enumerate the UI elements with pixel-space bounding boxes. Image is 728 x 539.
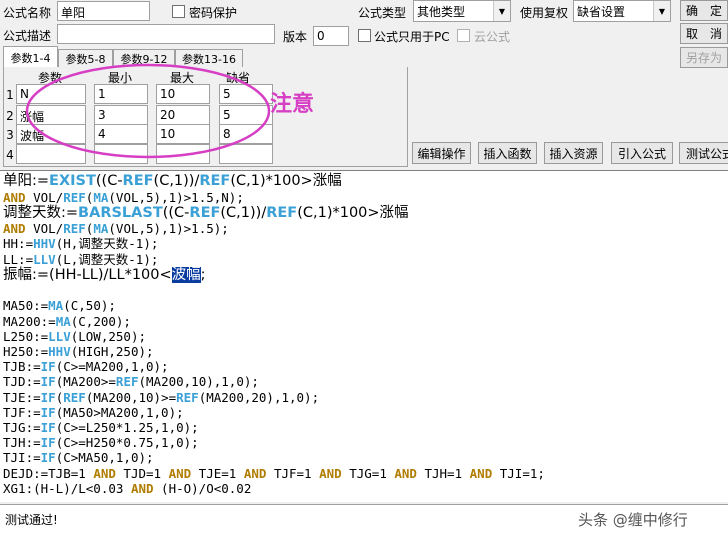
annotation-text: 注意 <box>270 91 315 117</box>
code-line: 振幅:=(HH-LL)/LL*100<波幅; <box>3 266 206 283</box>
insert-function-button[interactable]: 插入函数 <box>478 142 537 164</box>
code-line: TJD:=IF(MA200>=REF(MA200,10),1,0); <box>3 374 259 390</box>
formula-editor[interactable]: 单阳:=EXIST((C-REF(C,1))/REF(C,1)*100>涨幅 A… <box>0 170 728 502</box>
chevron-down-icon: ▼ <box>653 1 670 21</box>
pc-only-label: 公式只用于PC <box>374 30 450 44</box>
password-label: 密码保护 <box>189 6 238 20</box>
pc-only-checkbox[interactable] <box>358 29 371 42</box>
version-label: 版本 <box>283 30 308 44</box>
chevron-down-icon: ▼ <box>493 1 510 21</box>
edit-operation-button[interactable]: 编辑操作 <box>412 142 471 164</box>
status-message: 测试通过! <box>5 513 58 527</box>
insert-resource-button[interactable]: 插入资源 <box>544 142 603 164</box>
restore-label: 使用复权 <box>520 6 569 20</box>
status-panel: 测试通过! 头条 @缠中修行 <box>0 504 728 539</box>
code-line: MA50:=MA(C,50); <box>3 298 116 314</box>
import-formula-button[interactable]: 引入公式 <box>611 142 673 164</box>
save-as-button[interactable]: 另存为 <box>680 47 728 68</box>
code-line: L250:=LLV(LOW,250); <box>3 328 146 344</box>
formula-name-input[interactable]: 单阳 <box>57 1 150 21</box>
password-checkbox[interactable] <box>172 5 185 18</box>
cloud-checkbox[interactable] <box>457 29 470 42</box>
code-line: TJH:=IF(C>=H250*0.75,1,0); <box>3 435 199 451</box>
formula-desc-input[interactable] <box>57 24 275 44</box>
code-line: DEJD:=TJB=1 AND TJD=1 AND TJE=1 AND TJF=… <box>3 465 545 481</box>
ok-button[interactable]: 确 定 <box>680 0 728 21</box>
cancel-button[interactable]: 取 消 <box>680 23 728 44</box>
code-line: TJB:=IF(C>=MA200,1,0); <box>3 359 169 375</box>
code-line: XG1:(H-L)/L<0.03 AND (H-O)/O<0.02 <box>3 480 252 496</box>
code-line: H250:=HHV(HIGH,250); <box>3 344 154 359</box>
code-line: MA200:=MA(C,200); <box>3 313 131 329</box>
code-line: TJG:=IF(C>=L250*1.25,1,0); <box>3 419 199 435</box>
code-line: AND VOL/REF(MA(VOL,5),1)>1.5); <box>3 221 229 237</box>
code-line: 单阳:=EXIST((C-REF(C,1))/REF(C,1)*100>涨幅 <box>3 173 342 189</box>
annotation-ellipse <box>25 63 271 159</box>
code-line: TJF:=IF(MA50>MA200,1,0); <box>3 404 184 420</box>
cloud-label: 云公式 <box>474 30 511 44</box>
formula-type-label: 公式类型 <box>358 6 407 20</box>
code-line: AND VOL/REF(MA(VOL,5),1)>1.5,N); <box>3 189 244 205</box>
code-line: LL:=LLV(L,调整天数-1); <box>3 251 159 267</box>
code-line: TJI:=IF(C>MA50,1,0); <box>3 450 154 466</box>
formula-type-value: 其他类型 <box>417 5 466 19</box>
test-formula-button[interactable]: 测试公式 <box>679 142 728 164</box>
code-line: 调整天数:=BARSLAST((C-REF(C,1))/REF(C,1)*100… <box>3 204 409 221</box>
version-input[interactable]: 0 <box>313 26 349 46</box>
code-line: HH:=HHV(H,调整天数-1); <box>3 236 159 252</box>
selected-text: 波幅 <box>171 266 201 283</box>
formula-type-select[interactable]: 其他类型 ▼ <box>413 0 511 22</box>
watermark: 头条 @缠中修行 <box>578 511 688 529</box>
restore-value: 缺省设置 <box>577 5 626 19</box>
formula-desc-label: 公式描述 <box>3 29 52 43</box>
formula-name-label: 公式名称 <box>3 6 52 20</box>
code-line: TJE:=IF(REF(MA200,10)>=REF(MA200,20),1,0… <box>3 389 320 405</box>
restore-select[interactable]: 缺省设置 ▼ <box>573 0 671 22</box>
